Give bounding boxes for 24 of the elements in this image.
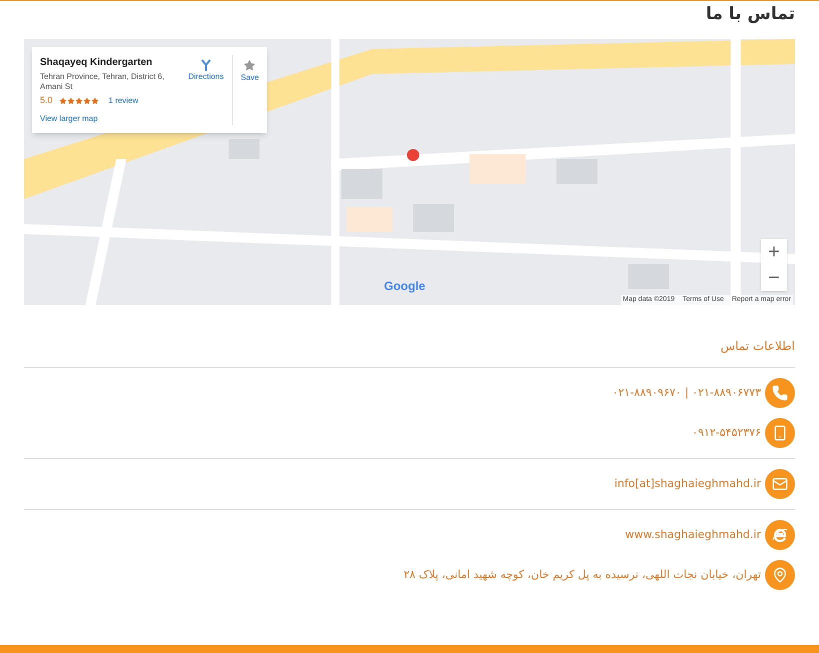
zoom-out-button[interactable]: − [761, 265, 787, 291]
place-address: Tehran Province, Tehran, District 6, Amani St [40, 72, 166, 92]
view-larger-map-link[interactable]: View larger map [40, 112, 180, 124]
reviews-link[interactable]: 1 review [108, 94, 138, 107]
contact-info-text: www.shaghaieghmahd.ir [625, 526, 761, 543]
place-name: Shaqayeq Kindergarten [40, 56, 154, 70]
browser-icon [765, 520, 795, 550]
section-heading: اطلاعات تماس [720, 338, 795, 355]
contact-info-text: ۰۲۱-۸۸۹۰۶۷۷۳ | ۰۲۱-۸۸۹۰۹۶۷۰ [612, 384, 761, 401]
mobile-phone-icon [765, 418, 795, 448]
save-button[interactable]: Save [240, 55, 259, 124]
page-title: تماس با ما [706, 3, 795, 26]
contact-info-text: تهران، خیابان نجات اللهی، نرسیده به پل کریم خان، کوچه شهید امانی، پلاک ۲۸ [404, 566, 761, 583]
contact-info-text: ۰۹۱۲-۵۴۵۲۳۷۶ [692, 424, 761, 441]
star-icon [243, 59, 256, 72]
map-pin-icon [765, 560, 795, 590]
zoom-in-button[interactable]: + [761, 239, 787, 265]
contact-info-text: info[at]shaghaieghmahd.ir [614, 476, 761, 492]
map-logo: Google [384, 278, 426, 295]
directions-icon [200, 59, 212, 71]
envelope-icon [765, 469, 795, 499]
directions-button[interactable]: Directions [188, 55, 224, 124]
rating-value: 5.0 [40, 94, 53, 107]
phone-icon [765, 378, 795, 408]
